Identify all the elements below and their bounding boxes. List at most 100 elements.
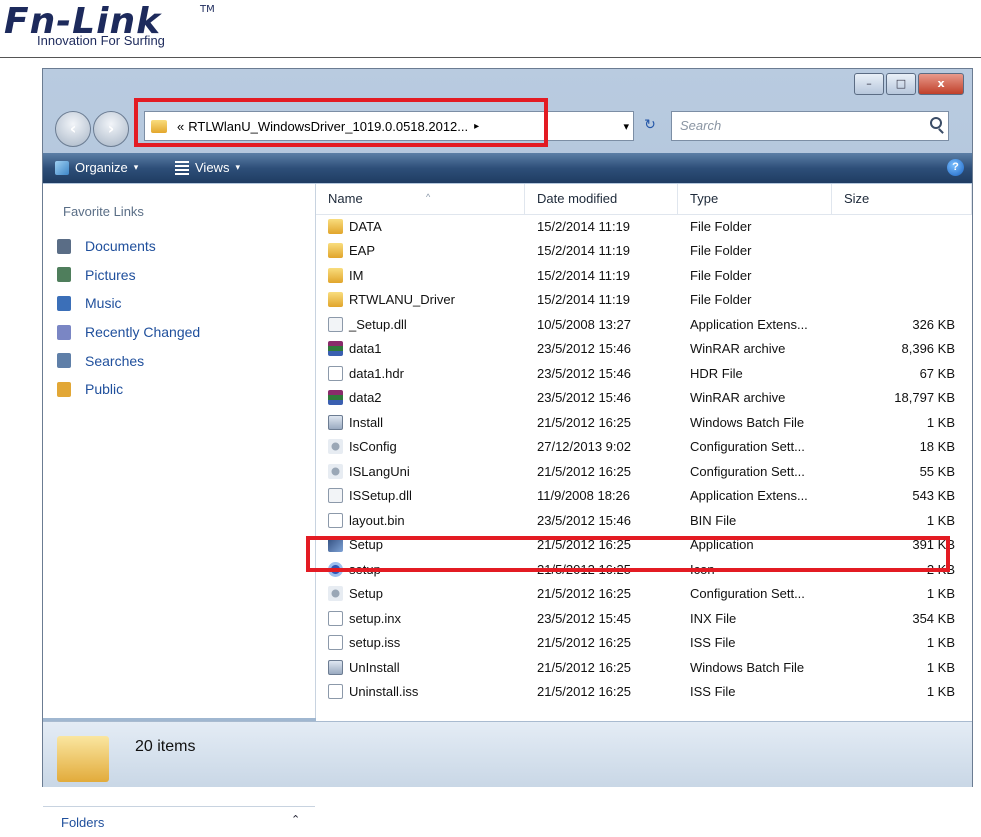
file-type: WinRAR archive	[690, 341, 786, 357]
file-row[interactable]: data1 23/5/2012 15:46 WinRAR archive 8,396 …	[316, 337, 972, 362]
favorite-link-searches[interactable]: Searches	[57, 346, 200, 375]
help-icon[interactable]: ?	[947, 159, 964, 176]
file-row[interactable]: IsConfig 27/12/2013 9:02 Configuration Set…	[316, 435, 972, 460]
address-dropdown-icon[interactable]: ▾	[623, 120, 629, 133]
close-button[interactable]: x	[918, 73, 964, 95]
file-row[interactable]: EAP 15/2/2014 11:19 File Folder	[316, 239, 972, 264]
file-row[interactable]: Setup 21/5/2012 16:25 Application 391 KB	[316, 533, 972, 558]
file-type: Application Extens...	[690, 316, 808, 332]
file-size: 67 KB	[919, 365, 955, 381]
column-header-label: Size	[844, 191, 870, 206]
favorite-link-recently-changed[interactable]: Recently Changed	[57, 318, 200, 347]
file-row[interactable]: UnInstall 21/5/2012 16:25 Windows Batch Fi…	[316, 655, 972, 680]
back-arrow-icon: ‹	[69, 119, 77, 138]
file-date: 23/5/2012 15:45	[537, 610, 631, 626]
file-row[interactable]: Uninstall.iss 21/5/2012 16:25 ISS File 1 KB	[316, 680, 972, 705]
file-date: 23/5/2012 15:46	[537, 341, 631, 357]
pictures-icon	[57, 267, 71, 283]
file-row[interactable]: data1.hdr 23/5/2012 15:46 HDR File 67 KB	[316, 361, 972, 386]
search-icon[interactable]	[930, 117, 942, 129]
column-header-type[interactable]: Type	[678, 184, 832, 214]
file-name: Setup	[349, 586, 383, 602]
favorite-link-pictures[interactable]: Pictures	[57, 261, 200, 290]
file-type: ISS File	[690, 684, 736, 700]
column-header-label: Type	[690, 191, 719, 206]
app-file-icon	[328, 537, 343, 553]
folder-file-icon	[328, 243, 343, 259]
file-row[interactable]: Install 21/5/2012 16:25 Windows Batch File…	[316, 410, 972, 435]
file-type: INX File	[690, 610, 737, 626]
file-row[interactable]: IM 15/2/2014 11:19 File Folder	[316, 263, 972, 288]
refresh-icon[interactable]: ↻	[637, 113, 663, 137]
column-header-size[interactable]: Size	[832, 184, 972, 214]
file-type: ISS File	[690, 635, 736, 651]
file-date: 21/5/2012 16:25	[537, 659, 631, 675]
file-row[interactable]: ISLangUni 21/5/2012 16:25 Configuration Se…	[316, 459, 972, 484]
organize-button[interactable]: Organize ▾	[55, 160, 138, 175]
file-type: Windows Batch File	[690, 659, 805, 675]
recently-changed-icon	[57, 324, 71, 340]
forward-button[interactable]: ›	[93, 111, 129, 147]
address-bar[interactable]: « RTLWlanU_WindowsDriver_1019.0.0518.201…	[144, 111, 634, 141]
favorite-link-public[interactable]: Public	[57, 375, 200, 404]
file-row[interactable]: setup.inx 23/5/2012 15:45 INX File 354 KB	[316, 606, 972, 631]
file-name: _Setup.dll	[349, 316, 407, 332]
blank-file-icon	[328, 684, 343, 700]
maximize-button[interactable]: □	[886, 73, 916, 95]
file-row[interactable]: _Setup.dll 10/5/2008 13:27 Application Ext…	[316, 312, 972, 337]
file-name: setup.iss	[349, 635, 401, 651]
file-name-cell: data1.hdr	[316, 365, 525, 381]
header-divider	[0, 57, 981, 58]
breadcrumb-overflow-icon[interactable]: «	[177, 119, 184, 134]
folders-toggle[interactable]: Folders ⌃	[43, 806, 315, 837]
file-name: setup.inx	[349, 610, 402, 626]
file-name: ISSetup.dll	[349, 488, 412, 504]
file-type: WinRAR archive	[690, 390, 786, 406]
file-row[interactable]: layout.bin 23/5/2012 15:46 BIN File 1 KB	[316, 508, 972, 533]
file-row[interactable]: data2 23/5/2012 15:46 WinRAR archive 18,797…	[316, 386, 972, 411]
minimize-button[interactable]: –	[854, 73, 884, 95]
search-placeholder: Search	[680, 118, 722, 133]
views-button[interactable]: Views ▾	[175, 160, 240, 175]
favorite-link-music[interactable]: Music	[57, 289, 200, 318]
file-date: 27/12/2013 9:02	[537, 439, 631, 455]
back-button[interactable]: ‹	[55, 111, 91, 147]
file-row[interactable]: setup 21/5/2012 16:25 Icon 2 KB	[316, 557, 972, 582]
folder-file-icon	[328, 218, 343, 234]
file-name-cell: ISSetup.dll	[316, 488, 525, 504]
forward-arrow-icon: ›	[107, 119, 115, 138]
file-row[interactable]: Setup 21/5/2012 16:25 Configuration Sett..…	[316, 582, 972, 607]
organize-label: Organize	[75, 160, 128, 175]
chevron-down-icon: ▾	[235, 162, 240, 172]
documents-icon	[57, 238, 71, 254]
file-name: IsConfig	[349, 439, 397, 455]
file-type: File Folder	[690, 292, 752, 308]
breadcrumb-path[interactable]: RTLWlanU_WindowsDriver_1019.0.0518.2012.…	[188, 119, 468, 134]
file-name: RTWLANU_Driver	[349, 292, 455, 308]
file-row[interactable]: DATA 15/2/2014 11:19 File Folder	[316, 214, 972, 239]
file-date: 15/2/2014 11:19	[537, 292, 631, 308]
folders-label: Folders	[61, 815, 105, 830]
column-header-label: Date modified	[537, 191, 618, 206]
column-header-label: Name	[328, 191, 363, 206]
file-size: 18 KB	[919, 439, 955, 455]
file-name-cell: IsConfig	[316, 439, 525, 455]
file-name: UnInstall	[349, 659, 400, 675]
file-name-cell: setup.iss	[316, 635, 525, 651]
column-header-name[interactable]: Name ^	[316, 184, 525, 214]
favorite-link-label: Public	[85, 381, 124, 398]
file-type: Windows Batch File	[690, 414, 805, 430]
breadcrumb-arrow-icon[interactable]: ▸	[474, 121, 479, 132]
favorite-link-documents[interactable]: Documents	[57, 232, 200, 261]
column-header-date[interactable]: Date modified	[525, 184, 678, 214]
batch-file-icon	[328, 659, 343, 675]
trademark-mark: TM	[200, 4, 215, 15]
file-name-cell: EAP	[316, 243, 525, 259]
search-input[interactable]: Search	[671, 111, 949, 141]
file-row[interactable]: ISSetup.dll 11/9/2008 18:26 Application Ex…	[316, 484, 972, 509]
file-name-cell: setup.inx	[316, 610, 525, 626]
file-row[interactable]: setup.iss 21/5/2012 16:25 ISS File 1 KB	[316, 631, 972, 656]
file-row[interactable]: RTWLANU_Driver 15/2/2014 11:19 File Folder	[316, 288, 972, 313]
dll-file-icon	[328, 316, 343, 332]
blank-file-icon	[328, 635, 343, 651]
